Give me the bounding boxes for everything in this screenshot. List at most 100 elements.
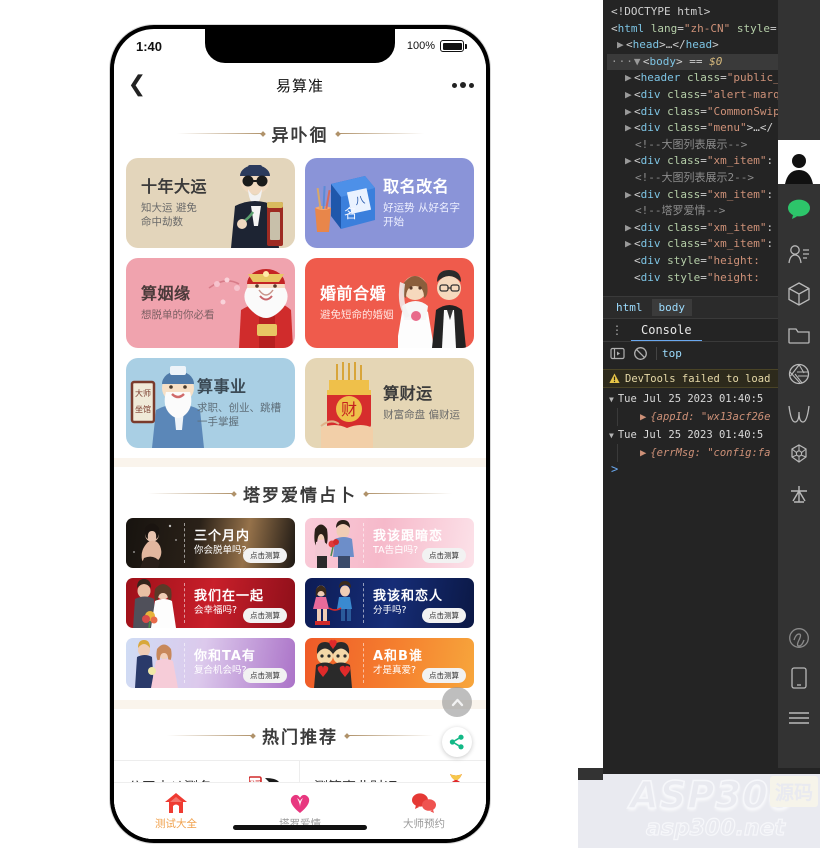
svg-text:大师: 大师 bbox=[135, 388, 151, 398]
card-title: 算财运 bbox=[383, 383, 433, 403]
feature-card-shinian-dayun[interactable]: 十年大运 知大运 避免 命中劫数 bbox=[126, 158, 295, 248]
feature-card-quming-gaiming[interactable]: 取名改名 好运势 从好名字 开始 八 名 bbox=[305, 158, 474, 248]
money-can-art: 财 bbox=[320, 362, 373, 448]
tarot-line1: A和B谁 bbox=[373, 648, 423, 664]
aperture-icon[interactable] bbox=[778, 354, 820, 394]
warning-triangle-icon bbox=[609, 373, 620, 383]
naming-book-art: 八 名 bbox=[315, 176, 375, 232]
console-log-object-text: {appId: "wx13acf26e bbox=[650, 411, 771, 423]
tarot-action-button[interactable]: 点击测算 bbox=[243, 608, 287, 623]
tarot-action-button[interactable]: 点击测算 bbox=[422, 668, 466, 683]
tarot-card-confess-crush[interactable]: 我该跟暗恋 TA告白吗? 点击测算 bbox=[305, 518, 474, 568]
tab-console[interactable]: Console bbox=[631, 320, 702, 342]
avatar[interactable] bbox=[778, 140, 820, 184]
tarot-card-together-happy[interactable]: 我们在一起 会幸福吗? 点击测算 bbox=[126, 578, 295, 628]
tarot-card-grid: 三个月内 你会脱单吗? 点击测算 我该跟暗恋 TA告白吗? 点击测算 我们在一起… bbox=[126, 518, 474, 688]
wechat-bubbles-icon bbox=[412, 792, 436, 813]
tarot-action-button[interactable]: 点击测算 bbox=[243, 668, 287, 683]
status-right: 100% bbox=[406, 40, 467, 52]
scroll-content[interactable]: 异卟徊 十年大运 知大运 避免 命中劫数 取名改名 好运势 从好名字 开始 八 … bbox=[114, 107, 486, 839]
phone-frame: 1:40 100% ❮ 易算准 异卟徊 十年大运 知大运 避免 命中劫数 取名改… bbox=[110, 25, 490, 843]
chat-bubble-icon[interactable] bbox=[778, 184, 820, 234]
tarot-card-true-love[interactable]: A和B谁 才是真爱? 点击测算 bbox=[305, 638, 474, 688]
more-horizontal-icon[interactable] bbox=[440, 82, 486, 88]
bride-groom-art bbox=[126, 578, 184, 628]
card-subtitle: 避免短命的婚姻 bbox=[320, 309, 394, 321]
tarot-action-button[interactable]: 点击测算 bbox=[243, 548, 287, 563]
card-title: 取名改名 bbox=[383, 176, 450, 196]
card-text: 算财运 财富命盘 偏财运 bbox=[383, 384, 474, 422]
eager-eval-icon[interactable] bbox=[610, 346, 625, 361]
tarot-section-title: 塔罗爱情占卜 bbox=[243, 486, 357, 506]
heading-rule-right bbox=[366, 493, 452, 494]
feature-card-suan-caiyun[interactable]: 算财运 财富命盘 偏财运 财 bbox=[305, 358, 474, 448]
tarot-card-breakup[interactable]: 我该和恋人 分手吗? 点击测算 bbox=[305, 578, 474, 628]
share-nodes-icon bbox=[449, 734, 464, 750]
clear-console-icon[interactable] bbox=[633, 346, 648, 361]
hot-section-title: 热门推荐 bbox=[262, 728, 338, 748]
asterisk-icon[interactable] bbox=[778, 474, 820, 514]
heart-tarot-icon bbox=[290, 794, 310, 813]
kebab-menu-icon[interactable]: ⋮ bbox=[603, 324, 631, 336]
feature-card-suan-shiye[interactable]: 算事业 求职、创业、跳槽 一手掌握 大师 坐馆 bbox=[126, 358, 295, 448]
status-time: 1:40 bbox=[136, 38, 163, 54]
tarot-line1: 我们在一起 bbox=[194, 588, 265, 604]
contacts-icon[interactable] bbox=[778, 234, 820, 274]
miniprogram-icon[interactable] bbox=[778, 618, 820, 658]
phone-screen: 1:40 100% ❮ 易算准 异卟徊 十年大运 知大运 避免 命中劫数 取名改… bbox=[114, 29, 486, 839]
feature-card-hunqian-hehun[interactable]: 婚前合婚 避免短命的婚姻 bbox=[305, 258, 474, 348]
tarot-action-button[interactable]: 点击测算 bbox=[422, 548, 466, 563]
folder-icon[interactable] bbox=[778, 314, 820, 354]
tarot-card-single-3months[interactable]: 三个月内 你会脱单吗? 点击测算 bbox=[126, 518, 295, 568]
molecule-icon[interactable] bbox=[778, 434, 820, 474]
battery-percent: 100% bbox=[406, 40, 435, 52]
share-button[interactable] bbox=[442, 727, 472, 757]
breadcrumb-item-body[interactable]: body bbox=[651, 299, 692, 316]
tarot-action-button[interactable]: 点击测算 bbox=[422, 608, 466, 623]
watermark-topbar-dark bbox=[578, 768, 603, 780]
console-context-selector[interactable]: top bbox=[656, 347, 682, 360]
heading-rule-left bbox=[167, 735, 253, 736]
wedding-couple-art bbox=[398, 270, 466, 348]
tab-item-dashiyuyue[interactable]: 大师预约 bbox=[362, 783, 486, 839]
heading-rule-left bbox=[176, 133, 263, 134]
heading-rule-right bbox=[347, 735, 433, 736]
match-god-art bbox=[208, 269, 293, 348]
feature-card-suan-yinyuan[interactable]: 算姻缘 想脱单的你必看 bbox=[126, 258, 295, 348]
cube-icon[interactable] bbox=[778, 274, 820, 314]
tarot-line1: 三个月内 bbox=[194, 528, 251, 544]
breadcrumb-item-html[interactable]: html bbox=[609, 299, 650, 316]
section-heading-main: 异卟徊 bbox=[114, 107, 486, 158]
section-divider-band bbox=[114, 458, 486, 467]
card-subtitle: 财富命盘 偏财运 bbox=[383, 409, 460, 421]
ticket-perforation bbox=[184, 583, 185, 623]
card-subtitle: 求职、创业、跳槽 一手掌握 bbox=[197, 401, 281, 429]
tab-item-ceshidaquan[interactable]: 测试大全 bbox=[114, 783, 238, 839]
scroll-to-top-button[interactable] bbox=[442, 687, 472, 717]
card-subtitle: 好运势 从好名字 开始 bbox=[383, 201, 460, 229]
section-heading-tarot: 塔罗爱情占卜 bbox=[114, 467, 486, 518]
svg-text:坐馆: 坐馆 bbox=[135, 404, 151, 414]
card-title: 十年大运 bbox=[141, 176, 208, 196]
mobile-icon[interactable] bbox=[778, 658, 820, 698]
console-warning-text: DevTools failed to load bbox=[625, 372, 771, 385]
watermark-line2: asp300.net bbox=[645, 815, 786, 841]
card-subtitle: 想脱单的你必看 bbox=[141, 309, 215, 321]
wave-icon[interactable] bbox=[778, 394, 820, 434]
devtools-icon-rail bbox=[778, 0, 820, 848]
avatar-icon bbox=[785, 154, 813, 184]
console-log-timestamp: Tue Jul 25 2023 01:40:5 bbox=[617, 429, 764, 441]
ticket-perforation bbox=[363, 523, 364, 563]
svg-text:名: 名 bbox=[344, 206, 357, 222]
card-title: 算姻缘 bbox=[141, 283, 191, 303]
menu-lines-icon[interactable] bbox=[778, 698, 820, 738]
battery-icon bbox=[440, 40, 467, 52]
card-text: 十年大运 知大运 避免 命中劫数 bbox=[126, 177, 207, 230]
tab-item-taluoaiqing[interactable]: 塔罗爱情 bbox=[238, 783, 362, 839]
lonely-woman-art bbox=[126, 518, 184, 568]
site-watermark: ASP300 源码 asp300.net bbox=[578, 768, 820, 848]
fortune-teller-art bbox=[231, 165, 283, 248]
tarot-card-reunion-chance[interactable]: 你和TA有 复合机会吗? 点击测算 bbox=[126, 638, 295, 688]
simulator-pane: 1:40 100% ❮ 易算准 异卟徊 十年大运 知大运 避免 命中劫数 取名改… bbox=[0, 0, 603, 848]
chevron-left-icon[interactable]: ❮ bbox=[114, 74, 160, 96]
